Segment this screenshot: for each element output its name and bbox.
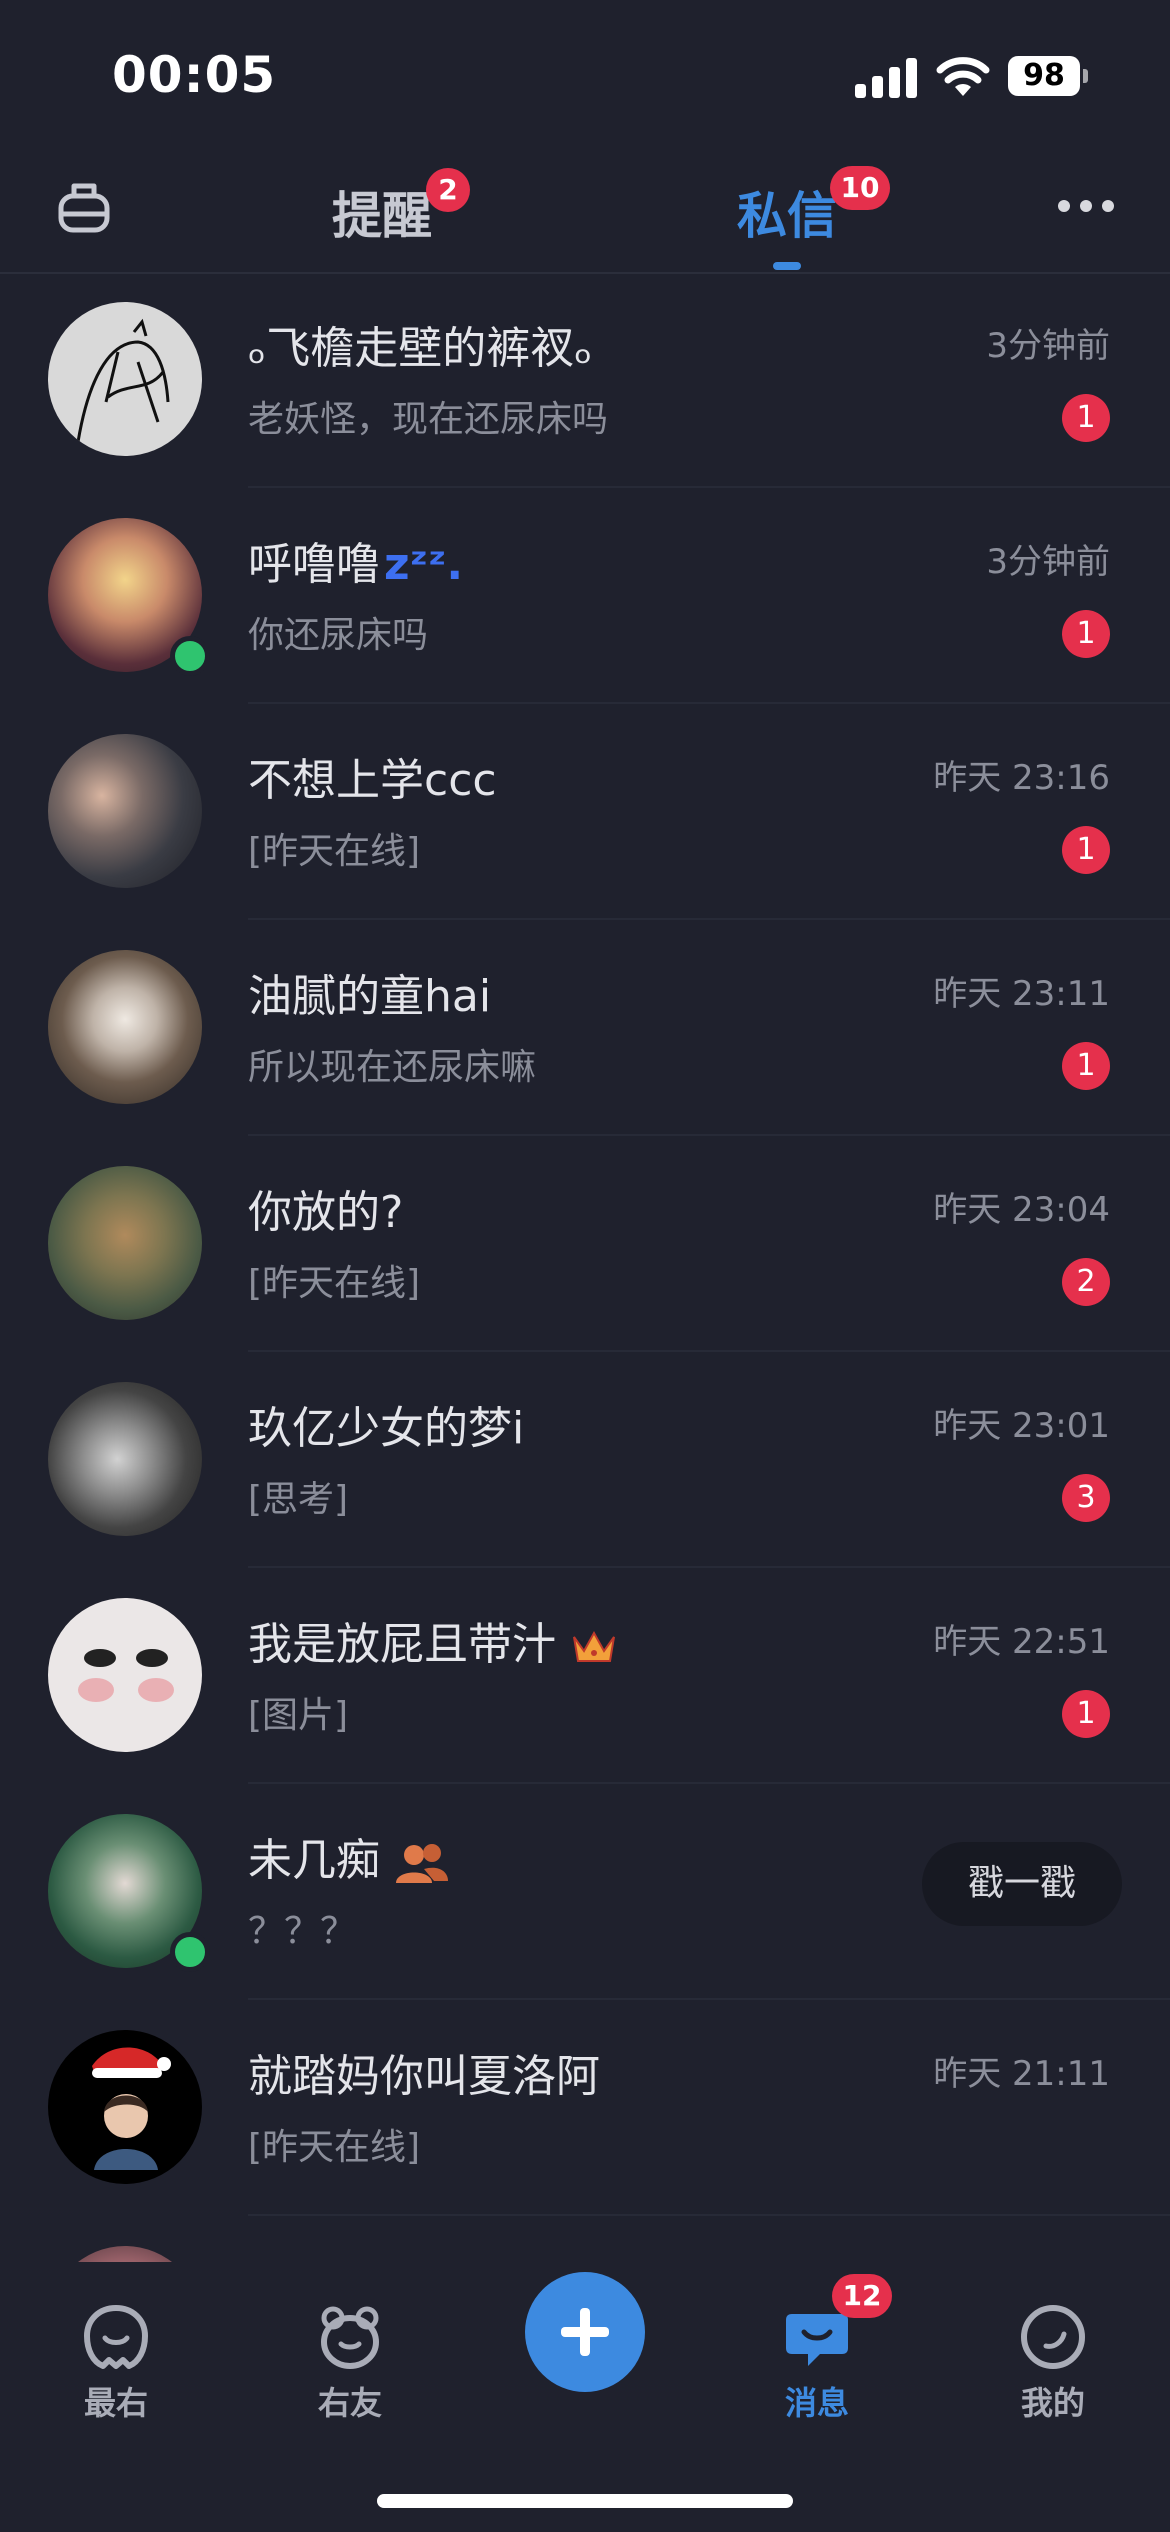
chat-preview: 老妖怪，现在还尿床吗 bbox=[248, 399, 609, 440]
chat-time: 昨天 21:11 bbox=[933, 2054, 1110, 2094]
unread-badge: 1 bbox=[1062, 1042, 1110, 1090]
unread-badge: 1 bbox=[1062, 1690, 1110, 1738]
chat-list: ₒ飞檐走壁的裤衩ₒ 老妖怪，现在还尿床吗 3分钟前 1 呼噜噜zᶻᶻ. 你还尿床… bbox=[0, 272, 1170, 2262]
unread-badge: 1 bbox=[1062, 610, 1110, 658]
tab-messages[interactable]: 消息 bbox=[757, 2302, 877, 2424]
bottom-tab-bar: 最右 右友 消息 12 我的 bbox=[0, 2262, 1170, 2532]
tab-home[interactable]: 最右 bbox=[56, 2302, 176, 2424]
chat-time: 昨天 23:11 bbox=[933, 974, 1110, 1014]
chat-preview: ？？？ bbox=[248, 1911, 357, 1952]
robot-icon[interactable] bbox=[56, 178, 112, 238]
online-status-dot bbox=[170, 1932, 210, 1972]
private-messages-badge: 10 bbox=[830, 166, 890, 210]
cellular-signal-icon bbox=[855, 56, 917, 98]
avatar[interactable] bbox=[48, 1598, 202, 1752]
avatar[interactable] bbox=[48, 2246, 202, 2262]
chat-row[interactable]: 未几痴 ？？？ 戳一戳 bbox=[0, 1784, 1170, 2000]
chat-name-suffix: zᶻᶻ. bbox=[384, 539, 464, 590]
friends-icon bbox=[396, 1844, 448, 1883]
more-icon[interactable] bbox=[1058, 200, 1114, 216]
wifi-icon bbox=[936, 57, 990, 96]
chat-row[interactable] bbox=[0, 2216, 1170, 2262]
unread-badge: 3 bbox=[1062, 1474, 1110, 1522]
avatar[interactable] bbox=[48, 734, 202, 888]
unread-badge: 1 bbox=[1062, 394, 1110, 442]
chat-name: 玖亿少女的梦i bbox=[248, 1403, 525, 1454]
bear-face-icon bbox=[321, 2306, 379, 2369]
battery-icon: 98 bbox=[1008, 56, 1088, 96]
chat-row[interactable]: 就踏妈你叫夏洛阿 [昨天在线] 昨天 21:11 bbox=[0, 2000, 1170, 2216]
chat-time: 昨天 22:51 bbox=[933, 1622, 1110, 1662]
battery-level: 98 bbox=[1008, 56, 1080, 96]
chat-time: 昨天 23:16 bbox=[933, 758, 1110, 798]
chat-name: 就踏妈你叫夏洛阿 bbox=[248, 2051, 600, 2102]
crown-icon bbox=[573, 1630, 615, 1662]
create-post-button[interactable] bbox=[525, 2272, 645, 2392]
tab-reminders[interactable]: 提醒 bbox=[332, 176, 432, 248]
chat-name: 你放的? bbox=[248, 1187, 404, 1238]
chat-time: 3分钟前 bbox=[986, 542, 1110, 582]
avatar[interactable] bbox=[48, 2030, 202, 2184]
chat-row[interactable]: ₒ飞檐走壁的裤衩ₒ 老妖怪，现在还尿床吗 3分钟前 1 bbox=[0, 272, 1170, 488]
chat-name: ₒ飞檐走壁的裤衩ₒ bbox=[248, 323, 593, 374]
chat-time: 3分钟前 bbox=[986, 326, 1110, 366]
tab-friends-label: 右友 bbox=[317, 2384, 382, 2422]
chat-time: 昨天 23:01 bbox=[933, 1406, 1110, 1446]
chat-name-text: 呼噜噜 bbox=[248, 539, 380, 590]
avatar[interactable] bbox=[48, 1166, 202, 1320]
chat-name: 不想上学ccc bbox=[248, 755, 497, 806]
status-time: 00:05 bbox=[112, 46, 277, 104]
chat-row[interactable]: 玖亿少女的梦i [思考] 昨天 23:01 3 bbox=[0, 1352, 1170, 1568]
chat-preview: 你还尿床吗 bbox=[248, 615, 429, 656]
reminders-badge: 2 bbox=[426, 168, 470, 212]
unread-badge: 1 bbox=[1062, 826, 1110, 874]
chat-name: 油腻的童hai bbox=[248, 971, 492, 1022]
tab-home-label: 最右 bbox=[83, 2384, 148, 2422]
chat-preview: [昨天在线] bbox=[248, 831, 421, 872]
chat-row[interactable]: 油腻的童hai 所以现在还尿床嘛 昨天 23:11 1 bbox=[0, 920, 1170, 1136]
top-nav: 提醒 2 私信 10 bbox=[0, 150, 1170, 274]
avatar[interactable] bbox=[48, 950, 202, 1104]
status-bar: 00:05 98 bbox=[0, 0, 1170, 150]
chat-name: 我是放屁且带汁 bbox=[248, 1608, 618, 1672]
chat-preview: [思考] bbox=[248, 1479, 349, 1520]
tab-me[interactable]: 我的 bbox=[993, 2302, 1113, 2424]
home-indicator bbox=[377, 2494, 793, 2508]
tab-private-messages[interactable]: 私信 bbox=[737, 176, 837, 248]
smile-face-icon bbox=[84, 2305, 148, 2369]
chat-row[interactable]: 我是放屁且带汁 [图片] 昨天 22:51 1 bbox=[0, 1568, 1170, 1784]
poke-button[interactable]: 戳一戳 bbox=[922, 1842, 1122, 1926]
chat-row[interactable]: 你放的? [昨天在线] 昨天 23:04 2 bbox=[0, 1136, 1170, 1352]
unread-badge: 2 bbox=[1062, 1258, 1110, 1306]
chat-time: 昨天 23:04 bbox=[933, 1190, 1110, 1230]
online-status-dot bbox=[170, 636, 210, 676]
tab-messages-label: 消息 bbox=[784, 2384, 849, 2422]
chat-preview: [昨天在线] bbox=[248, 1263, 421, 1304]
avatar[interactable] bbox=[48, 1382, 202, 1536]
chat-name: 呼噜噜zᶻᶻ. bbox=[248, 528, 463, 592]
active-tab-indicator bbox=[773, 262, 801, 270]
chat-name-text: 未几痴 bbox=[248, 1835, 380, 1886]
chat-name: 未几痴 bbox=[248, 1824, 450, 1888]
chat-preview: [昨天在线] bbox=[248, 2127, 421, 2168]
tab-me-label: 我的 bbox=[1020, 2384, 1085, 2422]
chat-name-text: 我是放屁且带汁 bbox=[248, 1619, 556, 1670]
chat-row[interactable]: 不想上学ccc [昨天在线] 昨天 23:16 1 bbox=[0, 704, 1170, 920]
messages-badge: 12 bbox=[832, 2274, 892, 2318]
chat-row[interactable]: 呼噜噜zᶻᶻ. 你还尿床吗 3分钟前 1 bbox=[0, 488, 1170, 704]
profile-face-icon bbox=[1021, 2305, 1085, 2369]
tab-friends[interactable]: 右友 bbox=[290, 2302, 410, 2424]
avatar[interactable] bbox=[48, 302, 202, 456]
chat-preview: [图片] bbox=[248, 1695, 349, 1736]
chat-preview: 所以现在还尿床嘛 bbox=[248, 1047, 537, 1088]
